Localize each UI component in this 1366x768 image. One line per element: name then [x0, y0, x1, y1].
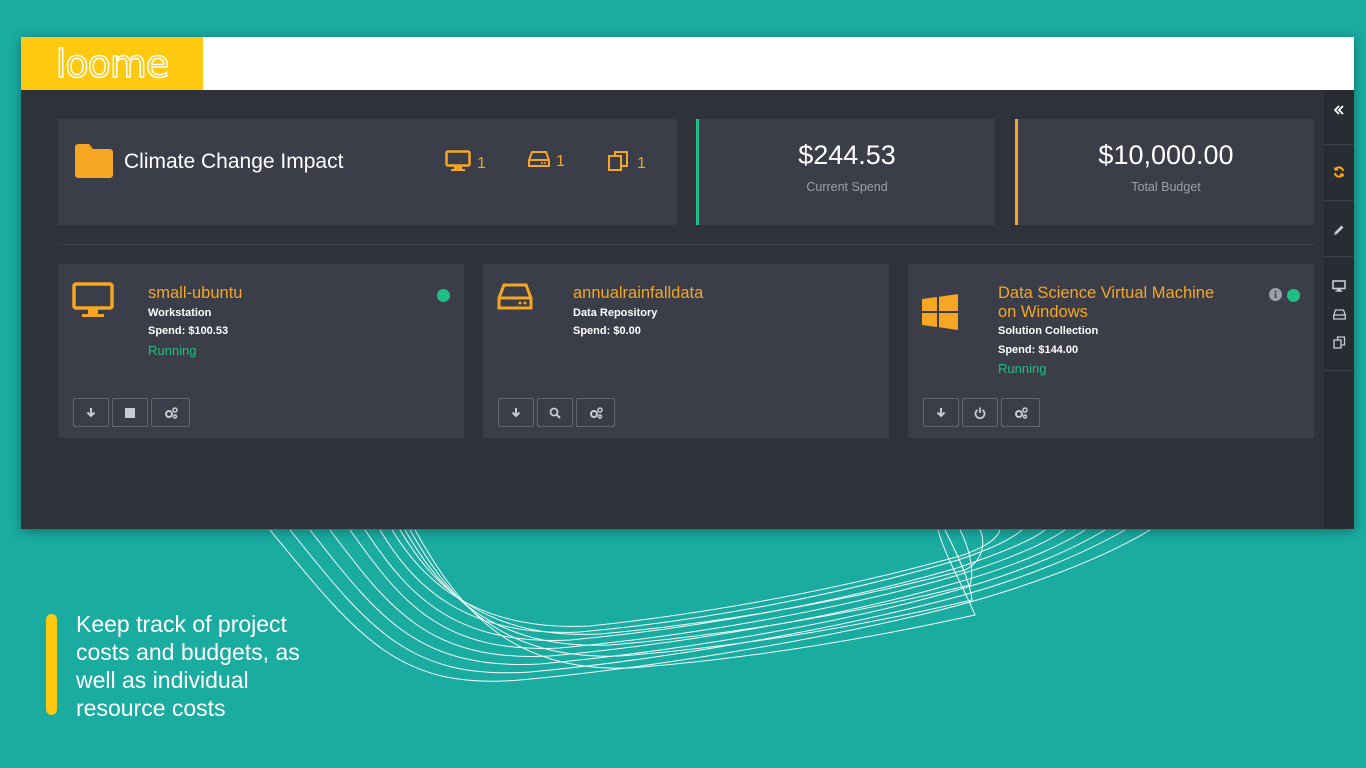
- repository-count[interactable]: 1: [528, 150, 565, 173]
- download-button[interactable]: [498, 398, 534, 427]
- collection-count[interactable]: 1: [607, 150, 646, 177]
- settings-icon: [589, 406, 603, 419]
- drive-icon: [1332, 308, 1346, 320]
- total-budget-panel: $10,000.00 Total Budget: [1015, 119, 1314, 225]
- rail-divider: [1324, 200, 1354, 201]
- total-budget-label: Total Budget: [1131, 180, 1201, 194]
- top-bar: loome: [21, 37, 1354, 90]
- resource-type: Solution Collection: [998, 325, 1099, 337]
- status-dot: [437, 289, 450, 302]
- current-spend-label: Current Spend: [806, 180, 888, 194]
- rail-divider: [1324, 370, 1354, 371]
- stop-button[interactable]: [112, 398, 148, 427]
- power-button[interactable]: [962, 398, 998, 427]
- resource-card-annualrainfalldata[interactable]: annualrainfalldata Data Repository Spend…: [483, 264, 889, 438]
- settings-button[interactable]: [1001, 398, 1040, 427]
- repositories-button[interactable]: [1324, 304, 1354, 324]
- current-spend-panel: $244.53 Current Spend: [696, 119, 995, 225]
- settings-icon: [164, 406, 178, 419]
- power-icon: [974, 407, 986, 419]
- resource-card-data-science-vm[interactable]: Data Science Virtual Machine on Windows …: [908, 264, 1314, 438]
- monitor-icon: [445, 150, 471, 177]
- monitor-icon: [72, 282, 114, 325]
- settings-button[interactable]: [151, 398, 190, 427]
- monitor-icon: [1332, 280, 1346, 292]
- resource-actions: [923, 398, 1040, 427]
- stop-icon: [125, 407, 135, 418]
- settings-icon: [1014, 406, 1028, 419]
- download-button[interactable]: [923, 398, 959, 427]
- project-summary-panel: Climate Change Impact 1 1 1: [58, 119, 677, 225]
- resource-name[interactable]: small-ubuntu: [148, 284, 368, 303]
- resource-type: Data Repository: [573, 307, 658, 319]
- info-icon[interactable]: [1269, 288, 1282, 306]
- download-icon: [86, 407, 96, 417]
- edit-button[interactable]: [1324, 220, 1354, 240]
- resource-name[interactable]: annualrainfalldata: [573, 284, 793, 303]
- right-sidebar: [1324, 90, 1354, 529]
- resource-spend: Spend: $100.53: [148, 325, 229, 337]
- current-spend-value: $244.53: [798, 140, 896, 170]
- resource-actions: [498, 398, 615, 427]
- download-button[interactable]: [73, 398, 109, 427]
- settings-button[interactable]: [576, 398, 615, 427]
- copy-icon: [607, 150, 631, 177]
- copy-icon: [1332, 335, 1345, 349]
- refresh-button[interactable]: [1324, 162, 1354, 182]
- project-title: Climate Change Impact: [124, 150, 344, 173]
- resource-actions: [73, 398, 190, 427]
- total-budget-value: $10,000.00: [1098, 140, 1234, 170]
- refresh-icon: [1333, 166, 1345, 178]
- collection-count-value: 1: [637, 154, 646, 172]
- resource-status: Running: [148, 343, 197, 358]
- workstation-count-value: 1: [477, 154, 486, 172]
- workstation-count[interactable]: 1: [445, 150, 486, 177]
- collections-button[interactable]: [1324, 332, 1354, 352]
- resource-spend: Spend: $0.00: [573, 325, 641, 337]
- folder-icon: [73, 143, 115, 184]
- caption-accent-bar: [46, 614, 57, 715]
- search-button[interactable]: [537, 398, 573, 427]
- logo-text: loome: [55, 41, 170, 87]
- collapse-icon: [1334, 105, 1344, 115]
- resource-type: Workstation: [148, 307, 212, 319]
- collapse-button[interactable]: [1324, 100, 1354, 120]
- resource-name[interactable]: Data Science Virtual Machine on Windows: [998, 284, 1218, 322]
- app-window: loome Climate Change Impact 1 1 1 $244.5…: [21, 37, 1354, 529]
- download-icon: [936, 407, 946, 417]
- rail-divider: [1324, 144, 1354, 145]
- drive-icon: [528, 150, 550, 173]
- rail-divider: [1324, 256, 1354, 257]
- caption-text: Keep track of project costs and budgets,…: [76, 611, 300, 721]
- edit-icon: [1334, 225, 1344, 235]
- loome-logo[interactable]: loome: [21, 37, 203, 90]
- status-dot: [1287, 289, 1300, 302]
- workstations-button[interactable]: [1324, 276, 1354, 296]
- section-divider: [58, 244, 1315, 245]
- download-icon: [511, 407, 521, 417]
- resource-status: Running: [998, 361, 1047, 376]
- drive-icon: [497, 282, 533, 317]
- repository-count-value: 1: [556, 152, 565, 170]
- search-icon: [549, 407, 561, 419]
- resource-spend: Spend: $144.00: [998, 344, 1079, 356]
- windows-icon: [922, 294, 958, 335]
- resource-card-small-ubuntu[interactable]: small-ubuntu Workstation Spend: $100.53 …: [58, 264, 464, 438]
